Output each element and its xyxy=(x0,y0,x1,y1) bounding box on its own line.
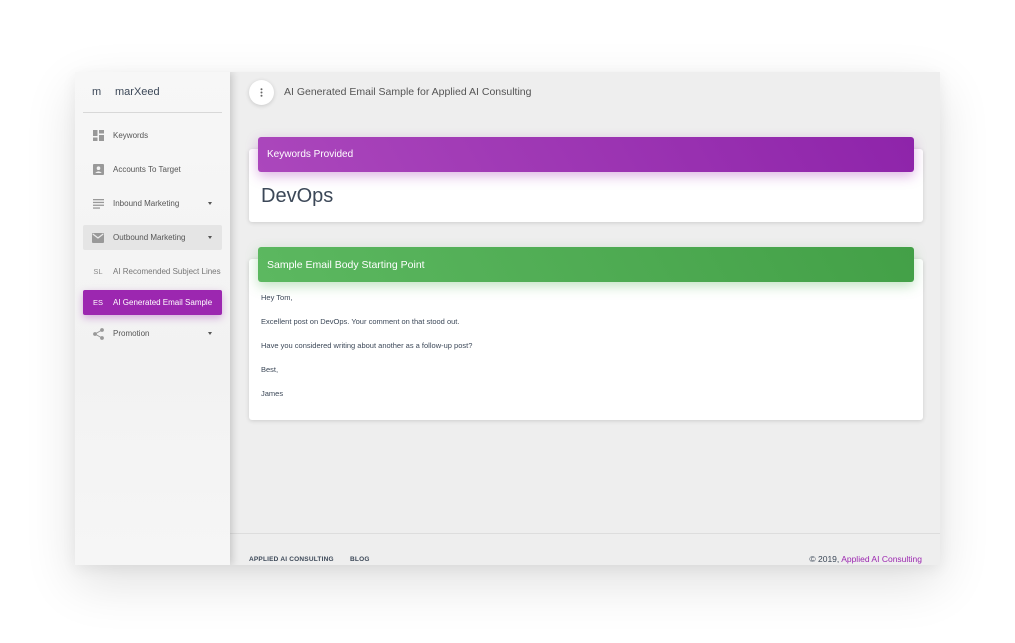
chevron-down-icon xyxy=(208,202,212,205)
copyright: © 2019, Applied AI Consulting xyxy=(809,554,922,564)
sidebar-item-label: Promotion xyxy=(113,329,150,338)
sidebar-item-inbound-marketing[interactable]: Inbound Marketing xyxy=(83,191,222,216)
sidebar-item-ai-subject-lines[interactable]: SL AI Recomended Subject Lines xyxy=(83,259,222,284)
copyright-prefix: © 2019, xyxy=(809,554,840,564)
page-title: AI Generated Email Sample for Applied AI… xyxy=(284,86,532,98)
brand-mini-logo: m xyxy=(92,86,102,98)
footer-link-blog[interactable]: BLOG xyxy=(350,556,370,563)
email-body: Hey Tom, Excellent post on DevOps. Your … xyxy=(261,293,472,413)
notes-icon xyxy=(83,198,113,209)
email-line: Excellent post on DevOps. Your comment o… xyxy=(261,317,460,326)
email-greeting: Hey Tom, xyxy=(261,293,293,302)
keyword-value: DevOps xyxy=(261,185,334,207)
dashboard-icon xyxy=(83,130,113,141)
more-menu-button[interactable] xyxy=(249,80,274,105)
keywords-card-header: Keywords Provided xyxy=(258,137,914,172)
share-icon xyxy=(83,327,113,340)
sidebar-item-ai-email-sample[interactable]: ES AI Generated Email Sample xyxy=(83,290,222,315)
keywords-card: Keywords Provided DevOps xyxy=(249,137,923,222)
sidebar: m marXeed Keywords Accounts To Target In… xyxy=(75,72,230,565)
app-window: m marXeed Keywords Accounts To Target In… xyxy=(75,72,940,565)
contact-card-icon xyxy=(83,164,113,175)
more-vertical-icon xyxy=(260,88,263,97)
footer-link-company[interactable]: APPLIED AI CONSULTING xyxy=(249,556,334,563)
main-panel: AI Generated Email Sample for Applied AI… xyxy=(230,72,940,565)
chevron-down-icon xyxy=(208,332,212,335)
sidebar-item-label: Inbound Marketing xyxy=(113,199,180,208)
sidebar-item-accounts-to-target[interactable]: Accounts To Target xyxy=(83,157,222,182)
sidebar-item-abbr: ES xyxy=(92,298,103,307)
email-sample-card: Sample Email Body Starting Point Hey Tom… xyxy=(249,247,923,420)
sidebar-item-label: AI Generated Email Sample xyxy=(113,298,213,307)
sidebar-item-label: Keywords xyxy=(113,131,149,140)
sidebar-item-outbound-marketing[interactable]: Outbound Marketing xyxy=(83,225,222,250)
sidebar-item-keywords[interactable]: Keywords xyxy=(83,123,222,148)
email-card-header: Sample Email Body Starting Point xyxy=(258,247,914,282)
sidebar-item-label: Accounts To Target xyxy=(113,165,181,174)
email-line: Have you considered writing about anothe… xyxy=(261,341,473,350)
sidebar-item-label: AI Recomended Subject Lines xyxy=(113,267,221,276)
email-signoff: Best, xyxy=(261,365,279,374)
chevron-down-icon xyxy=(208,236,212,239)
sidebar-item-abbr: SL xyxy=(93,267,103,276)
mail-icon xyxy=(83,232,113,243)
email-signature: James xyxy=(261,389,284,398)
sidebar-item-label: Outbound Marketing xyxy=(113,233,186,242)
brand[interactable]: m marXeed xyxy=(83,72,222,113)
brand-name: marXeed xyxy=(115,86,160,98)
sidebar-item-promotion[interactable]: Promotion xyxy=(83,321,222,346)
footer: APPLIED AI CONSULTING BLOG © 2019, Appli… xyxy=(230,533,940,565)
copyright-link[interactable]: Applied AI Consulting xyxy=(841,554,922,564)
